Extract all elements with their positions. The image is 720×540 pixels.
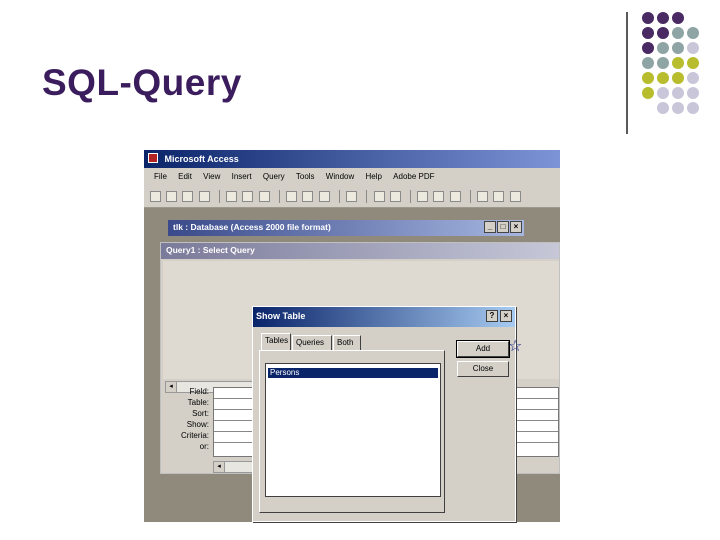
decorative-dot <box>642 57 654 69</box>
decorative-dot <box>657 12 669 24</box>
list-item-persons[interactable]: Persons <box>268 368 438 378</box>
decorative-dot <box>657 72 669 84</box>
decorative-dot <box>672 72 684 84</box>
maximize-icon[interactable]: □ <box>497 221 509 233</box>
toolbar-separator <box>469 190 471 203</box>
minimize-icon[interactable]: _ <box>484 221 496 233</box>
analyze-icon[interactable] <box>389 191 401 202</box>
help-icon[interactable] <box>509 191 521 202</box>
relationships-icon[interactable] <box>449 191 461 202</box>
decorative-dot <box>657 57 669 69</box>
cursor-star-icon: ☆ <box>508 338 523 355</box>
decorative-dot <box>672 42 684 54</box>
grid-label-or: or: <box>199 442 209 451</box>
close-button[interactable]: Close <box>457 361 509 377</box>
grid-label-table: Table: <box>187 398 209 407</box>
new-icon[interactable] <box>150 191 161 202</box>
grid-label-show: Show: <box>186 420 209 429</box>
query-window-titlebar: Query1 : Select Query <box>161 243 559 259</box>
properties-icon[interactable] <box>433 191 445 202</box>
decorative-dot <box>642 87 654 99</box>
menu-window[interactable]: Window <box>326 172 354 181</box>
decorative-dot <box>687 72 699 84</box>
decorative-dot <box>672 102 684 114</box>
search-icon[interactable] <box>198 191 210 202</box>
toolbar-separator <box>218 190 220 203</box>
paste-icon[interactable] <box>318 191 330 202</box>
tables-listbox[interactable]: Persons <box>265 363 441 497</box>
decorative-dot <box>642 42 654 54</box>
grid-label-field: Field: <box>189 387 209 396</box>
toolbar-separator <box>409 190 411 203</box>
office-links-icon[interactable] <box>373 191 385 202</box>
decorative-dot <box>672 87 684 99</box>
close-icon[interactable]: × <box>510 221 522 233</box>
grid-label-sort: Sort: <box>192 409 209 418</box>
toolbar-separator <box>366 190 368 203</box>
decorative-dot <box>642 12 654 24</box>
menu-help[interactable]: Help <box>365 172 381 181</box>
tab-tables[interactable]: Tables <box>261 333 291 350</box>
cut-icon[interactable] <box>286 191 298 202</box>
toolbar-separator <box>338 190 340 203</box>
undo-icon[interactable] <box>346 191 358 202</box>
app-titlebar: Microsoft Access <box>144 150 560 168</box>
menu-tools[interactable]: Tools <box>296 172 315 181</box>
save-icon[interactable] <box>182 191 194 202</box>
dialog-titlebar: Show Table ? × <box>253 307 515 327</box>
print-icon[interactable] <box>226 191 238 202</box>
add-button[interactable]: Add <box>456 340 510 358</box>
database-window-title: tlk : Database (Access 2000 file format) <box>173 222 331 232</box>
database-window-titlebar: tlk : Database (Access 2000 file format)… <box>168 220 524 236</box>
app-title: Microsoft Access <box>164 154 239 164</box>
print-preview-icon[interactable] <box>242 191 254 202</box>
menu-query[interactable]: Query <box>263 172 285 181</box>
menu-file[interactable]: File <box>154 172 167 181</box>
copy-icon[interactable] <box>302 191 314 202</box>
divider-line <box>626 12 628 134</box>
decorative-dot <box>657 87 669 99</box>
new-object-icon[interactable] <box>477 191 489 202</box>
help-icon[interactable]: ? <box>486 310 498 322</box>
tab-both[interactable]: Both <box>333 335 361 350</box>
access-app-icon <box>148 153 158 163</box>
decorative-dot <box>642 27 654 39</box>
decorative-dot <box>687 87 699 99</box>
menu-adobe-pdf[interactable]: Adobe PDF <box>393 172 434 181</box>
decorative-dot <box>687 102 699 114</box>
grid-label-criteria: Criteria: <box>180 431 209 440</box>
decorative-dot <box>657 27 669 39</box>
show-table-dialog: Show Table ? × Tables Queries Both Perso… <box>252 306 516 522</box>
decorative-dot <box>657 42 669 54</box>
decorative-dot <box>687 42 699 54</box>
toolbar <box>144 186 560 208</box>
slide-title: SQL-Query <box>42 62 242 103</box>
menu-bar: File Edit View Insert Query Tools Window… <box>144 168 560 186</box>
menu-edit[interactable]: Edit <box>178 172 192 181</box>
decorative-dot <box>672 57 684 69</box>
menu-view[interactable]: View <box>203 172 220 181</box>
scroll-left-icon[interactable]: ◂ <box>214 462 225 472</box>
toolbar-separator <box>278 190 280 203</box>
decorative-dot <box>657 102 669 114</box>
open-icon[interactable] <box>166 191 178 202</box>
decorative-dot <box>672 12 684 24</box>
query-window-title: Query1 : Select Query <box>166 245 255 255</box>
decorative-dot <box>687 57 699 69</box>
tab-queries[interactable]: Queries <box>292 335 332 350</box>
code-icon[interactable] <box>417 191 429 202</box>
database-window-icon[interactable] <box>493 191 505 202</box>
dialog-title: Show Table <box>256 311 306 321</box>
menu-insert[interactable]: Insert <box>232 172 252 181</box>
close-icon[interactable]: × <box>500 310 512 322</box>
decorative-dot <box>687 27 699 39</box>
spelling-icon[interactable] <box>258 191 270 202</box>
decorative-dot-grid <box>640 10 716 120</box>
decorative-dot <box>642 72 654 84</box>
decorative-dot <box>672 27 684 39</box>
